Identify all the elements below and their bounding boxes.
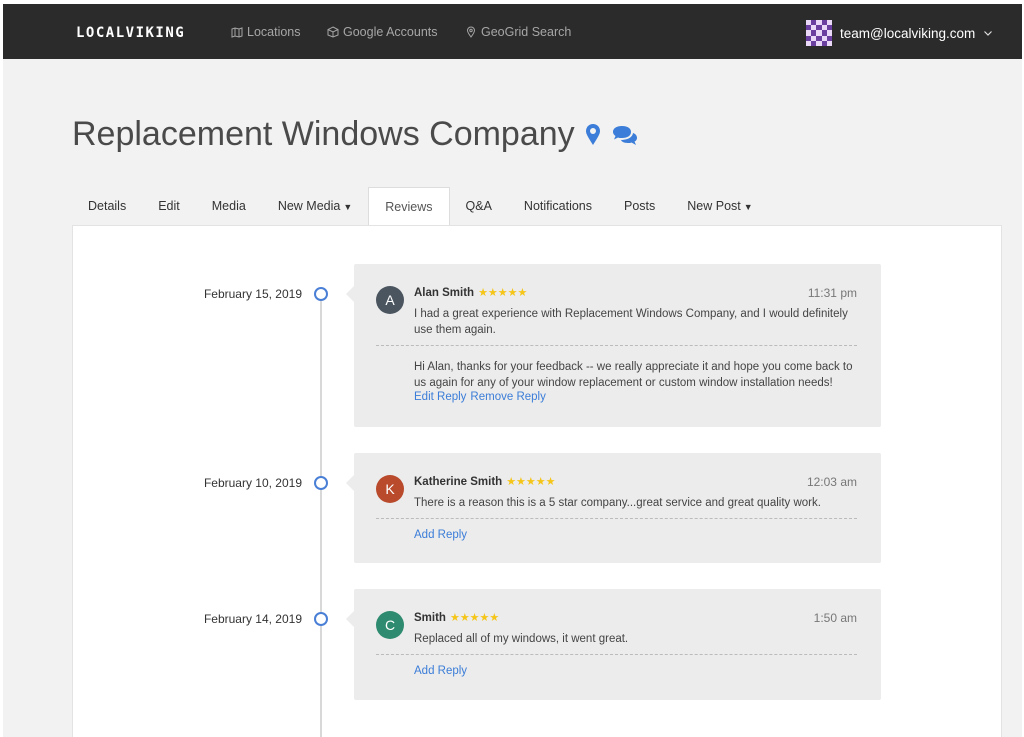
reviewer-name: Katherine Smith ★★★★★: [414, 475, 556, 489]
review-time: 11:31 pm: [807, 286, 857, 300]
nav-google-accounts[interactable]: Google Accounts: [327, 25, 438, 39]
review-card: K Katherine Smith ★★★★★ 12:03 am There i…: [346, 453, 881, 563]
review-date: February 15, 2019: [203, 287, 302, 301]
reviewer-name: Alan Smith ★★★★★: [414, 286, 528, 300]
star-rating: ★★★★★: [478, 287, 528, 299]
nav-locations[interactable]: Locations: [231, 25, 301, 39]
nav-google-accounts-label: Google Accounts: [343, 25, 438, 39]
tab-new-media-label: New Media: [277, 199, 341, 213]
tab-new-media[interactable]: New Media ▼: [262, 187, 368, 225]
cube-icon: [327, 26, 339, 38]
review-time: 1:50 am: [813, 611, 857, 625]
tab-details-label: Details: [88, 199, 127, 213]
reviewer-avatar: C: [376, 611, 404, 639]
timeline-dot: [314, 476, 328, 490]
caret-down-icon: ▼: [343, 202, 353, 212]
tab-details[interactable]: Details: [72, 187, 142, 225]
tab-new-post[interactable]: New Post ▼: [671, 187, 768, 225]
divider: [376, 654, 857, 655]
divider: [376, 518, 857, 519]
tab-posts[interactable]: Posts: [608, 187, 671, 225]
reviewer-name-text: Alan Smith: [414, 286, 475, 299]
reply-actions: Add Reply: [414, 665, 467, 677]
map-marker-icon[interactable]: [585, 123, 601, 146]
tab-notifications-label: Notifications: [523, 199, 593, 213]
reviews-panel: February 15, 2019 A Alan Smith ★★★★★ 11:…: [72, 225, 1002, 737]
nav-locations-label: Locations: [247, 25, 301, 39]
tab-reviews-label: Reviews: [385, 200, 433, 214]
reviewer-avatar: K: [376, 475, 404, 503]
reviewer-avatar: A: [376, 286, 404, 314]
tab-edit[interactable]: Edit: [142, 187, 196, 225]
tab-qa[interactable]: Q&A: [450, 187, 508, 225]
edit-reply-link[interactable]: Edit Reply: [414, 391, 466, 403]
tab-media[interactable]: Media: [196, 187, 262, 225]
nav-geogrid-search[interactable]: GeoGrid Search: [465, 25, 571, 39]
timeline-dot: [314, 287, 328, 301]
divider: [376, 345, 857, 346]
chevron-down-icon: [984, 31, 993, 36]
logo[interactable]: LOCALVIKING: [76, 25, 185, 41]
nav-geogrid-search-label: GeoGrid Search: [481, 25, 572, 39]
pin-icon: [466, 26, 476, 38]
timeline-line: [320, 292, 322, 737]
page-title: Replacement Windows Company: [72, 115, 639, 154]
review-text: I had a great experience with Replacemen…: [414, 308, 848, 336]
tab-new-post-label: New Post: [687, 199, 741, 213]
timeline-dot: [314, 612, 328, 626]
review-date: February 10, 2019: [203, 476, 302, 490]
map-icon: [231, 27, 243, 38]
reply-text: Hi Alan, thanks for your feedback -- we …: [414, 361, 853, 389]
reply-actions: Add Reply: [414, 529, 467, 541]
user-menu[interactable]: team@localviking.com: [806, 20, 993, 46]
tab-qa-label: Q&A: [465, 199, 492, 213]
star-rating: ★★★★★: [506, 476, 556, 488]
tab-media-label: Media: [211, 199, 246, 213]
review-text: There is a reason this is a 5 star compa…: [414, 497, 821, 509]
user-avatar: [806, 20, 832, 46]
top-navbar: LOCALVIKING Locations Google Accounts Ge…: [3, 4, 1022, 59]
review-card: A Alan Smith ★★★★★ 11:31 pm I had a grea…: [346, 264, 881, 427]
review-time: 12:03 am: [806, 475, 857, 489]
reviewer-name: Smith ★★★★★: [414, 611, 500, 625]
tab-bar: Details Edit Media New Media ▼ Reviews Q&…: [72, 187, 769, 226]
star-rating: ★★★★★: [449, 612, 500, 624]
review-card: C Smith ★★★★★ 1:50 am Replaced all of my…: [346, 589, 881, 700]
page-title-text: Replacement Windows Company: [72, 115, 575, 153]
reply-actions: Edit Reply Remove Reply: [414, 391, 546, 403]
tab-posts-label: Posts: [624, 199, 656, 213]
reviewer-name-text: Katherine Smith: [414, 475, 503, 488]
page-body: Replacement Windows Company Details Edit…: [3, 59, 1022, 737]
tab-notifications[interactable]: Notifications: [508, 187, 608, 225]
tab-edit-label: Edit: [158, 199, 180, 213]
add-reply-link[interactable]: Add Reply: [414, 665, 467, 677]
user-email: team@localviking.com: [840, 25, 976, 41]
comments-icon[interactable]: [611, 124, 639, 146]
review-text: Replaced all of my windows, it went grea…: [414, 633, 629, 645]
reviewer-name-text: Smith: [414, 611, 446, 624]
review-date: February 14, 2019: [203, 612, 302, 626]
caret-down-icon: ▼: [743, 202, 753, 212]
tab-reviews[interactable]: Reviews: [368, 187, 450, 226]
add-reply-link[interactable]: Add Reply: [414, 529, 467, 541]
remove-reply-link[interactable]: Remove Reply: [470, 391, 545, 403]
